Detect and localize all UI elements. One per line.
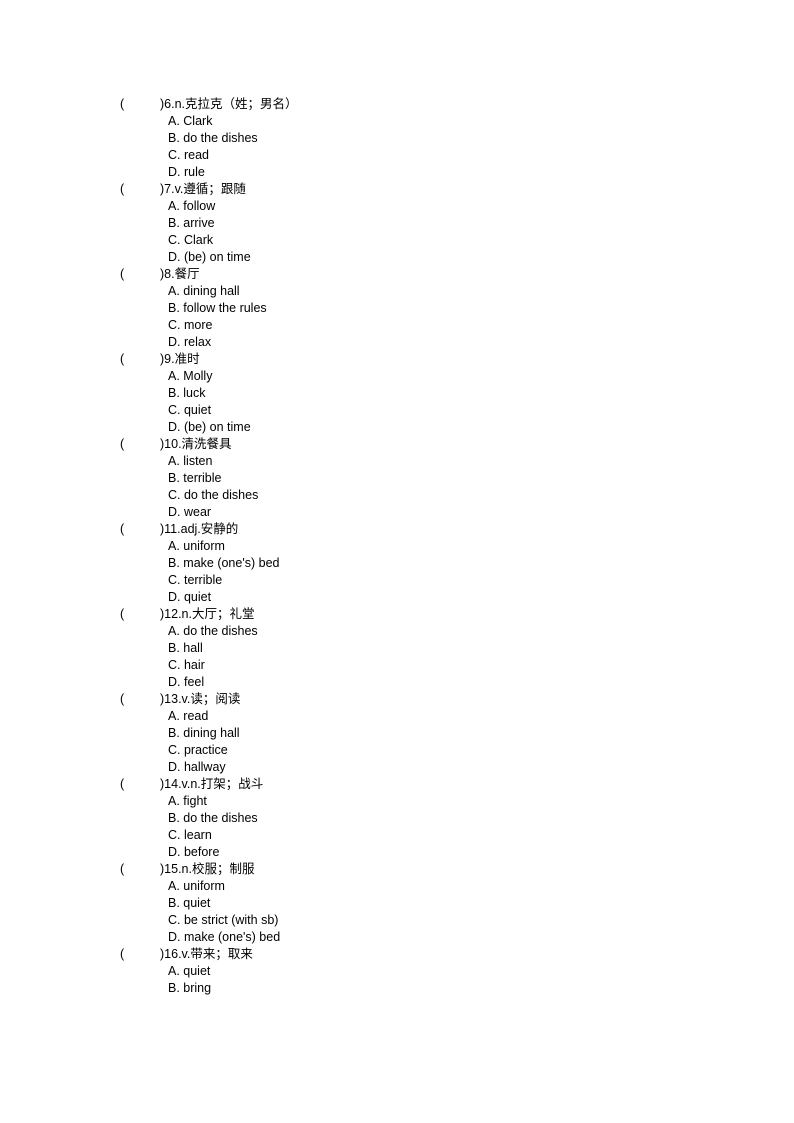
question-option[interactable]: B. dining hall bbox=[120, 725, 680, 742]
question-option[interactable]: B. bring bbox=[120, 980, 680, 997]
answer-bracket[interactable]: ( bbox=[120, 181, 160, 198]
question-option[interactable]: C. do the dishes bbox=[120, 487, 680, 504]
answer-bracket[interactable]: ( bbox=[120, 96, 160, 113]
question-block: ()11.adj.安静的 A. uniform B. make (one's) be… bbox=[120, 521, 680, 606]
question-option[interactable]: C. be strict (with sb) bbox=[120, 912, 680, 929]
question-option[interactable]: D. feel bbox=[120, 674, 680, 691]
question-option[interactable]: B. terrible bbox=[120, 470, 680, 487]
question-block: ()8.餐厅 A. dining hall B. follow the rules C… bbox=[120, 266, 680, 351]
question-option[interactable]: C. learn bbox=[120, 827, 680, 844]
question-stem: ()13.v.读；阅读 bbox=[120, 691, 680, 708]
question-stem: ()12.n.大厅；礼堂 bbox=[120, 606, 680, 623]
answer-bracket[interactable]: ( bbox=[120, 946, 160, 963]
question-option[interactable]: B. arrive bbox=[120, 215, 680, 232]
question-stem: ()11.adj.安静的 bbox=[120, 521, 680, 538]
question-block: ()13.v.读；阅读 A. read B. dining hall C. pract… bbox=[120, 691, 680, 776]
question-option[interactable]: C. practice bbox=[120, 742, 680, 759]
question-option[interactable]: D. quiet bbox=[120, 589, 680, 606]
answer-bracket[interactable]: ( bbox=[120, 606, 160, 623]
question-option[interactable]: D. wear bbox=[120, 504, 680, 521]
question-option[interactable]: D. make (one's) bed bbox=[120, 929, 680, 946]
question-block: ()7.v.遵循；跟随 A. follow B. arrive C. Clark D. … bbox=[120, 181, 680, 266]
question-option[interactable]: B. follow the rules bbox=[120, 300, 680, 317]
question-option[interactable]: A. follow bbox=[120, 198, 680, 215]
question-option[interactable]: C. read bbox=[120, 147, 680, 164]
question-stem-text: )15.n.校服；制服 bbox=[160, 862, 255, 876]
question-option[interactable]: A. quiet bbox=[120, 963, 680, 980]
question-option[interactable]: C. terrible bbox=[120, 572, 680, 589]
question-block: ()16.v.带来；取来 A. quiet B. bring bbox=[120, 946, 680, 997]
answer-bracket[interactable]: ( bbox=[120, 351, 160, 368]
question-stem: ()16.v.带来；取来 bbox=[120, 946, 680, 963]
question-stem-text: )12.n.大厅；礼堂 bbox=[160, 607, 255, 621]
question-stem-text: )10.清洗餐具 bbox=[160, 437, 232, 451]
question-option[interactable]: B. do the dishes bbox=[120, 130, 680, 147]
question-stem-text: )6.n.克拉克（姓；男名） bbox=[160, 97, 298, 111]
question-stem-text: )7.v.遵循；跟随 bbox=[160, 182, 246, 196]
question-option[interactable]: B. luck bbox=[120, 385, 680, 402]
question-option[interactable]: A. Molly bbox=[120, 368, 680, 385]
answer-bracket[interactable]: ( bbox=[120, 436, 160, 453]
question-option[interactable]: D. before bbox=[120, 844, 680, 861]
question-option[interactable]: C. hair bbox=[120, 657, 680, 674]
question-stem-text: )8.餐厅 bbox=[160, 267, 200, 281]
question-block: ()6.n.克拉克（姓；男名） A. Clark B. do the dishes C… bbox=[120, 96, 680, 181]
question-list: ()6.n.克拉克（姓；男名） A. Clark B. do the dishes C… bbox=[120, 96, 680, 997]
question-stem: ()14.v.n.打架；战斗 bbox=[120, 776, 680, 793]
question-stem: ()8.餐厅 bbox=[120, 266, 680, 283]
answer-bracket[interactable]: ( bbox=[120, 521, 160, 538]
answer-bracket[interactable]: ( bbox=[120, 776, 160, 793]
question-option[interactable]: A. dining hall bbox=[120, 283, 680, 300]
question-option[interactable]: C. Clark bbox=[120, 232, 680, 249]
question-option[interactable]: D. (be) on time bbox=[120, 419, 680, 436]
question-stem-text: )9.准时 bbox=[160, 352, 200, 366]
question-block: ()10.清洗餐具 A. listen B. terrible C. do the d… bbox=[120, 436, 680, 521]
question-option[interactable]: A. fight bbox=[120, 793, 680, 810]
question-option[interactable]: C. more bbox=[120, 317, 680, 334]
question-stem-text: )16.v.带来；取来 bbox=[160, 947, 253, 961]
question-stem: ()6.n.克拉克（姓；男名） bbox=[120, 96, 680, 113]
question-option[interactable]: A. listen bbox=[120, 453, 680, 470]
question-block: ()14.v.n.打架；战斗 A. fight B. do the dishes C.… bbox=[120, 776, 680, 861]
question-option[interactable]: C. quiet bbox=[120, 402, 680, 419]
question-option[interactable]: A. uniform bbox=[120, 878, 680, 895]
question-option[interactable]: A. Clark bbox=[120, 113, 680, 130]
question-option[interactable]: A. read bbox=[120, 708, 680, 725]
question-block: ()15.n.校服；制服 A. uniform B. quiet C. be stri… bbox=[120, 861, 680, 946]
question-stem: ()15.n.校服；制服 bbox=[120, 861, 680, 878]
question-block: ()9.准时 A. Molly B. luck C. quiet D. (be) on … bbox=[120, 351, 680, 436]
answer-bracket[interactable]: ( bbox=[120, 861, 160, 878]
question-option[interactable]: B. quiet bbox=[120, 895, 680, 912]
question-option[interactable]: D. rule bbox=[120, 164, 680, 181]
question-option[interactable]: A. uniform bbox=[120, 538, 680, 555]
question-option[interactable]: B. hall bbox=[120, 640, 680, 657]
question-stem: ()10.清洗餐具 bbox=[120, 436, 680, 453]
question-option[interactable]: D. relax bbox=[120, 334, 680, 351]
question-stem: ()7.v.遵循；跟随 bbox=[120, 181, 680, 198]
answer-bracket[interactable]: ( bbox=[120, 691, 160, 708]
question-stem-text: )14.v.n.打架；战斗 bbox=[160, 777, 264, 791]
question-stem-text: )13.v.读；阅读 bbox=[160, 692, 241, 706]
question-option[interactable]: B. do the dishes bbox=[120, 810, 680, 827]
worksheet-page: ()6.n.克拉克（姓；男名） A. Clark B. do the dishes C… bbox=[0, 0, 794, 1123]
answer-bracket[interactable]: ( bbox=[120, 266, 160, 283]
question-option[interactable]: B. make (one's) bed bbox=[120, 555, 680, 572]
question-option[interactable]: D. hallway bbox=[120, 759, 680, 776]
question-option[interactable]: D. (be) on time bbox=[120, 249, 680, 266]
question-stem-text: )11.adj.安静的 bbox=[160, 522, 239, 536]
question-stem: ()9.准时 bbox=[120, 351, 680, 368]
question-block: ()12.n.大厅；礼堂 A. do the dishes B. hall C. ha… bbox=[120, 606, 680, 691]
question-option[interactable]: A. do the dishes bbox=[120, 623, 680, 640]
